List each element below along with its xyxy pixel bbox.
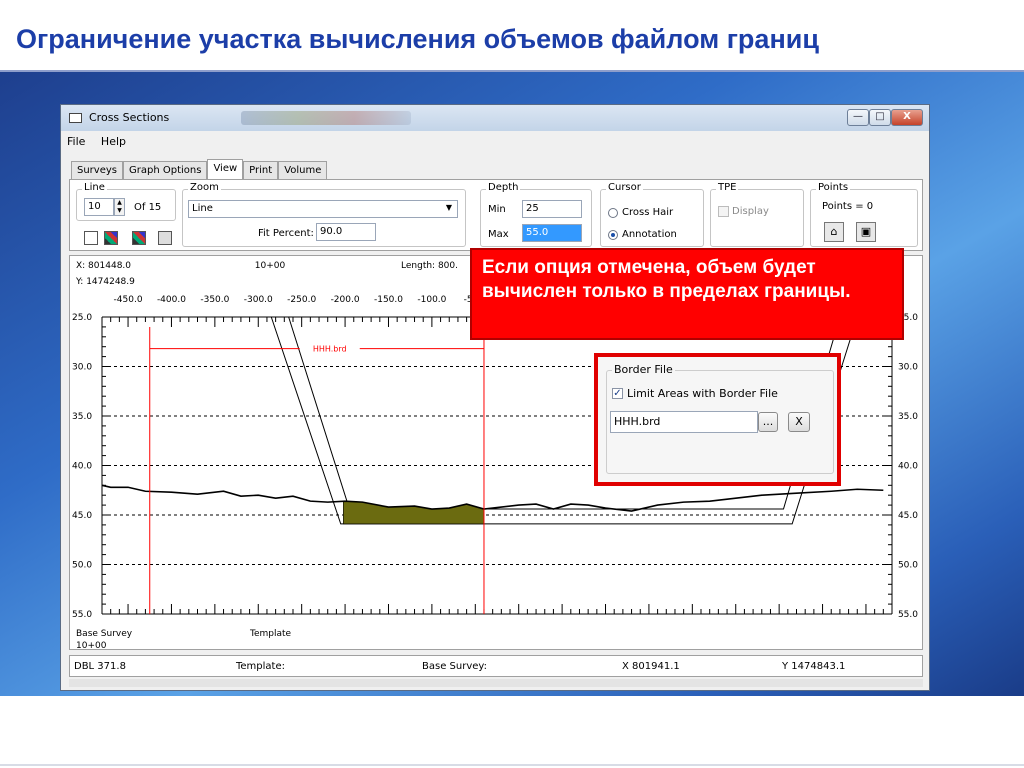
zoom-select[interactable]: Line ▼	[188, 200, 458, 218]
plot-image-icon[interactable]	[104, 231, 118, 245]
x-tick-label: -450.0	[114, 295, 143, 305]
x-tick-label: -350.0	[200, 295, 229, 305]
line-number-spinner[interactable]: ▲ ▼	[114, 198, 125, 216]
line-number-input[interactable]: 10	[84, 198, 114, 216]
close-button[interactable]: X	[891, 109, 923, 126]
status-bar: DBL 371.8 Template: Base Survey: X 80194…	[69, 655, 923, 677]
y-tick-label-left: 25.0	[72, 313, 92, 323]
length-readout: Length: 800.	[401, 261, 458, 271]
cross-hair-radio[interactable]	[608, 208, 618, 218]
border-file-panel: Border File ✓ Limit Areas with Border Fi…	[594, 353, 841, 486]
maximize-button[interactable]: □	[869, 109, 891, 126]
cross-hair-label: Cross Hair	[622, 207, 674, 218]
status-x: X 801941.1	[622, 661, 680, 672]
depth-max-label: Max	[488, 229, 509, 240]
border-file-input[interactable]: HHH.brd	[610, 411, 758, 433]
y-readout: Y: 1474248.9	[75, 277, 135, 287]
chevron-down-icon: ▼	[445, 203, 452, 212]
y-tick-label-right: 55.0	[898, 610, 918, 620]
plot-grid-icon[interactable]	[132, 231, 146, 245]
explanation-callout: Если опция отмечена, объем будет вычисле…	[470, 248, 904, 340]
x-tick-label: -100.0	[417, 295, 446, 305]
x-tick-label: -250.0	[287, 295, 316, 305]
tpe-group-label: TPE	[716, 182, 739, 193]
template-label: Template	[249, 629, 292, 639]
status-dbl: DBL 371.8	[74, 661, 126, 672]
tab-print[interactable]: Print	[243, 161, 279, 179]
annotation-radio[interactable]	[608, 230, 618, 240]
y-tick-label-right: 40.0	[898, 462, 918, 472]
copy-icon[interactable]	[84, 231, 98, 245]
clear-border-button[interactable]: X	[788, 412, 810, 432]
line-of-label: Of 15	[134, 202, 162, 213]
base-survey-label: Base Survey	[76, 629, 133, 639]
tab-bar: Surveys Graph Options View Print Volume	[71, 159, 328, 179]
edit-section-icon[interactable]	[158, 231, 172, 245]
tab-view[interactable]: View	[207, 159, 244, 179]
window-title: Cross Sections	[89, 111, 170, 124]
ground-profile-line	[101, 484, 884, 512]
cursor-group-label: Cursor	[606, 182, 643, 193]
browse-button[interactable]: ...	[758, 412, 778, 432]
fit-percent-input[interactable]: 90.0	[316, 223, 376, 241]
x-readout: X: 801448.0	[76, 261, 131, 271]
annotation-label: Annotation	[622, 229, 677, 240]
y-tick-label-left: 30.0	[72, 363, 92, 373]
depth-max-input[interactable]: 55.0	[522, 224, 582, 242]
footer-line	[0, 764, 1024, 766]
x-tick-label: -400.0	[157, 295, 186, 305]
depth-min-label: Min	[488, 204, 506, 215]
points-group-label: Points	[816, 182, 851, 193]
minimize-button[interactable]: —	[847, 109, 869, 126]
save-icon[interactable]: ▣	[856, 222, 876, 242]
points-open-button[interactable]: ⌂	[824, 222, 844, 242]
limit-areas-checkbox[interactable]: ✓	[612, 388, 623, 399]
y-tick-label-right: 35.0	[898, 412, 918, 422]
tpe-group: TPE	[710, 182, 804, 247]
points-count: Points = 0	[822, 201, 874, 212]
status-y: Y 1474843.1	[782, 661, 846, 672]
status-base-survey: Base Survey:	[422, 661, 487, 672]
status-template: Template:	[236, 661, 285, 672]
y-tick-label-left: 50.0	[72, 561, 92, 571]
y-tick-label-right: 50.0	[898, 561, 918, 571]
tpe-display-checkbox[interactable]	[718, 206, 729, 217]
border-file-label: HHH.brd	[313, 345, 347, 354]
tab-volume[interactable]: Volume	[278, 161, 328, 179]
zoom-group-label: Zoom	[188, 182, 221, 193]
menu-file[interactable]: File	[67, 135, 85, 148]
app-icon	[69, 113, 82, 123]
x-tick-label: -300.0	[244, 295, 273, 305]
station-bottom-label: 10+00	[76, 641, 107, 649]
y-tick-label-right: 30.0	[898, 363, 918, 373]
tpe-display-label: Display	[732, 206, 769, 217]
y-tick-label-left: 35.0	[72, 412, 92, 422]
y-tick-label-left: 40.0	[72, 462, 92, 472]
quick-access-toolbar	[241, 111, 411, 125]
depth-group-label: Depth	[486, 182, 521, 193]
tab-surveys[interactable]: Surveys	[71, 161, 123, 179]
limit-areas-label: Limit Areas with Border File	[627, 387, 778, 400]
slide-title: Ограничение участка вычисления объемов ф…	[16, 24, 819, 54]
view-tab-panel: Line 10 ▲ ▼ Of 15 Zoom Line ▼ Fit Percent…	[69, 179, 923, 251]
zoom-select-value: Line	[192, 203, 213, 214]
y-tick-label-right: 45.0	[898, 511, 918, 521]
depth-min-input[interactable]: 25	[522, 200, 582, 218]
fit-percent-label: Fit Percent:	[258, 228, 314, 239]
border-file-group-label: Border File	[612, 363, 675, 376]
station-label: 10+00	[255, 261, 286, 271]
line-group-label: Line	[82, 182, 107, 193]
y-tick-label-left: 45.0	[72, 511, 92, 521]
x-tick-label: -200.0	[331, 295, 360, 305]
tab-graph-options[interactable]: Graph Options	[123, 161, 208, 179]
window-titlebar[interactable]: Cross Sections — □ X	[61, 105, 929, 131]
menu-bar: File Help	[67, 135, 138, 151]
y-tick-label-left: 55.0	[72, 610, 92, 620]
x-tick-label: -150.0	[374, 295, 403, 305]
menu-help[interactable]: Help	[101, 135, 126, 148]
window-bottom-strip	[69, 679, 923, 687]
